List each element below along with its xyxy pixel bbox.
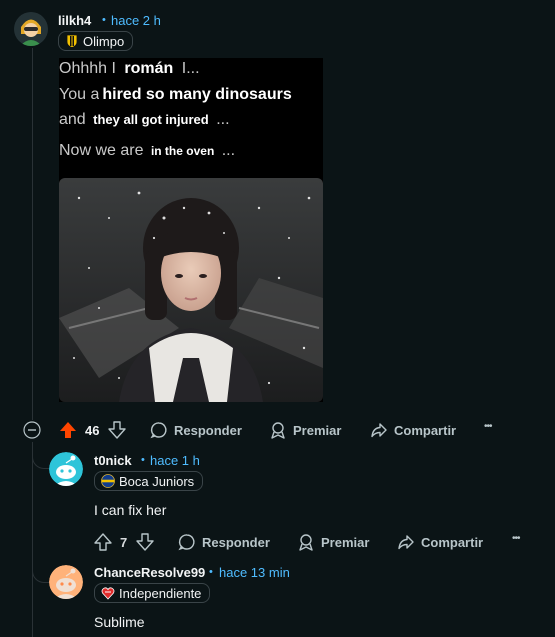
more-options-button[interactable]: •••	[484, 421, 492, 432]
upvote-button[interactable]	[94, 533, 112, 556]
separator-dot: •	[102, 14, 106, 26]
reply-timestamp[interactable]: hace 1 h	[150, 453, 200, 468]
award-label: Premiar	[293, 422, 342, 438]
independiente-crest-icon	[101, 586, 115, 600]
downvote-icon	[136, 533, 154, 551]
comment-bubble-icon	[150, 422, 167, 439]
user-flair: Independiente	[94, 583, 211, 603]
snoo-avatar-icon	[49, 565, 83, 599]
flair-label: Boca Juniors	[119, 473, 195, 489]
comment-text: I can fix her	[94, 502, 167, 518]
timestamp[interactable]: hace 2 h	[111, 13, 161, 28]
share-label: Compartir	[394, 422, 457, 438]
snoo-avatar-icon	[49, 452, 83, 486]
share-icon	[398, 535, 414, 550]
photo-snowy-portrait	[59, 178, 323, 402]
share-label: Compartir	[421, 534, 484, 550]
downvote-button[interactable]	[136, 533, 154, 556]
reply-username[interactable]: t0nick	[94, 453, 132, 468]
meme-line-2: You a hired so many dinosaurs	[59, 86, 295, 104]
more-options-button[interactable]: •••	[512, 533, 520, 544]
meme-line-3: and they all got injured ...	[59, 111, 230, 128]
share-icon	[371, 423, 387, 438]
reply-timestamp[interactable]: hace 13 min	[219, 565, 290, 580]
collapse-thread-button[interactable]	[23, 421, 41, 439]
reply-avatar[interactable]	[49, 452, 83, 486]
award-button[interactable]: Premiar	[297, 533, 369, 551]
thread-branch-2	[32, 556, 49, 583]
upvote-button[interactable]	[59, 421, 77, 444]
award-icon	[271, 422, 285, 439]
meme-line-1: Ohhhh I román I...	[59, 60, 200, 77]
separator-dot: •	[141, 454, 145, 466]
meme-line-4: Now we are in the oven ...	[59, 142, 236, 159]
comment-text: Sublime	[94, 614, 145, 630]
thread-line-replies	[32, 442, 33, 637]
flair-label: Independiente	[119, 585, 202, 601]
thread-line-main	[32, 48, 33, 420]
share-button[interactable]: Compartir	[370, 421, 456, 439]
thread-branch-1	[32, 442, 49, 469]
vote-count: 7	[120, 535, 128, 550]
upvote-filled-icon	[60, 422, 76, 438]
flair-label: Olimpo	[83, 33, 125, 49]
user-flair: Olimpo	[58, 31, 134, 51]
reply-button[interactable]: Responder	[150, 421, 242, 439]
reply-avatar[interactable]	[49, 565, 83, 599]
user-flair: Boca Juniors	[94, 471, 204, 491]
avatar[interactable]	[14, 12, 48, 46]
boca-juniors-crest-icon	[101, 474, 115, 488]
downvote-button[interactable]	[108, 421, 126, 444]
award-button[interactable]: Premiar	[269, 421, 341, 439]
downvote-icon	[108, 421, 126, 439]
more-options-icon: •••	[512, 533, 520, 544]
avatar-illustration	[14, 12, 48, 46]
more-options-icon: •••	[484, 421, 492, 432]
collapse-icon	[23, 421, 41, 439]
comment-bubble-icon	[178, 534, 195, 551]
olimpo-crest-icon	[65, 34, 79, 48]
reply-username[interactable]: ChanceResolve99	[94, 565, 205, 580]
award-label: Premiar	[321, 534, 370, 550]
share-button[interactable]: Compartir	[397, 533, 483, 551]
upvote-icon	[94, 533, 112, 551]
separator-dot: •	[209, 566, 213, 578]
vote-count: 46	[85, 423, 100, 438]
reply-label: Responder	[174, 422, 242, 438]
reply-button[interactable]: Responder	[178, 533, 270, 551]
award-icon	[299, 534, 313, 551]
reply-label: Responder	[202, 534, 270, 550]
username[interactable]: lilkh4	[58, 13, 91, 28]
post-image[interactable]: Ohhhh I román I... You a hired so many di…	[59, 58, 323, 402]
